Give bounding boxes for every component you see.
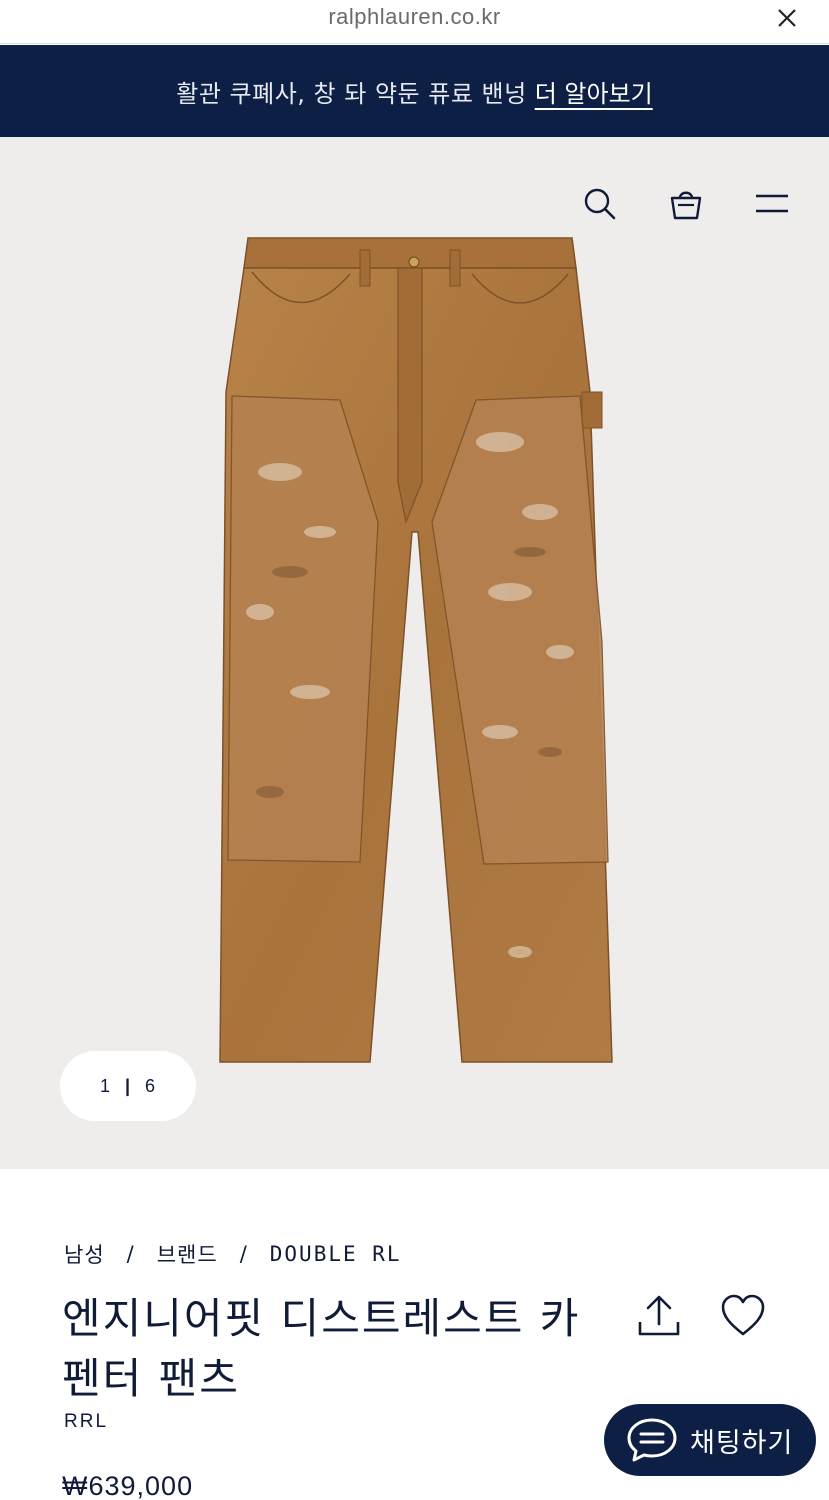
breadcrumb-item-brand[interactable]: 브랜드 (157, 1239, 218, 1269)
breadcrumb-separator: / (239, 1242, 248, 1266)
product-brand: RRL (64, 1411, 109, 1432)
close-icon[interactable] (775, 6, 799, 30)
product-title: 엔지니어핏 디스트레스트 카펜터 팬츠 (62, 1294, 581, 1403)
counter-separator: | (124, 1075, 132, 1096)
promo-text: 활관 쿠폐사, 창 돠 약둔 퓨료 밴넝 (176, 79, 527, 108)
breadcrumb-separator: / (126, 1242, 135, 1266)
share-icon[interactable] (636, 1294, 682, 1340)
breadcrumb: 남성 / 브랜드 / DOUBLE RL (64, 1239, 402, 1269)
image-counter: 1 | 6 (60, 1051, 196, 1121)
header-icons (583, 187, 789, 221)
chat-bubble-icon (627, 1418, 677, 1462)
total-image-count: 6 (145, 1075, 157, 1096)
breadcrumb-item-double-rl[interactable]: DOUBLE RL (270, 1242, 402, 1266)
promo-banner: 활관 쿠폐사, 창 돠 약둔 퓨료 밴넝 더 알아보기 (0, 45, 829, 137)
browser-url-bar: ralphlauren.co.kr (0, 0, 829, 44)
breadcrumb-item-men[interactable]: 남성 (64, 1239, 105, 1269)
chat-button-label: 채팅하기 (690, 1427, 794, 1459)
search-icon[interactable] (583, 187, 617, 221)
product-price: ₩639,000 (62, 1471, 194, 1500)
chat-button[interactable]: 채팅하기 (604, 1404, 816, 1476)
current-image-number: 1 (99, 1075, 111, 1096)
product-image[interactable] (200, 232, 630, 1072)
shopping-bag-icon[interactable] (669, 187, 703, 221)
menu-icon[interactable] (755, 187, 789, 221)
product-gallery[interactable]: 1 | 6 (0, 137, 829, 1169)
url-text[interactable]: ralphlauren.co.kr (0, 4, 829, 30)
promo-learn-more-link[interactable]: 더 알아보기 (535, 74, 653, 109)
wishlist-heart-icon[interactable] (720, 1294, 766, 1338)
